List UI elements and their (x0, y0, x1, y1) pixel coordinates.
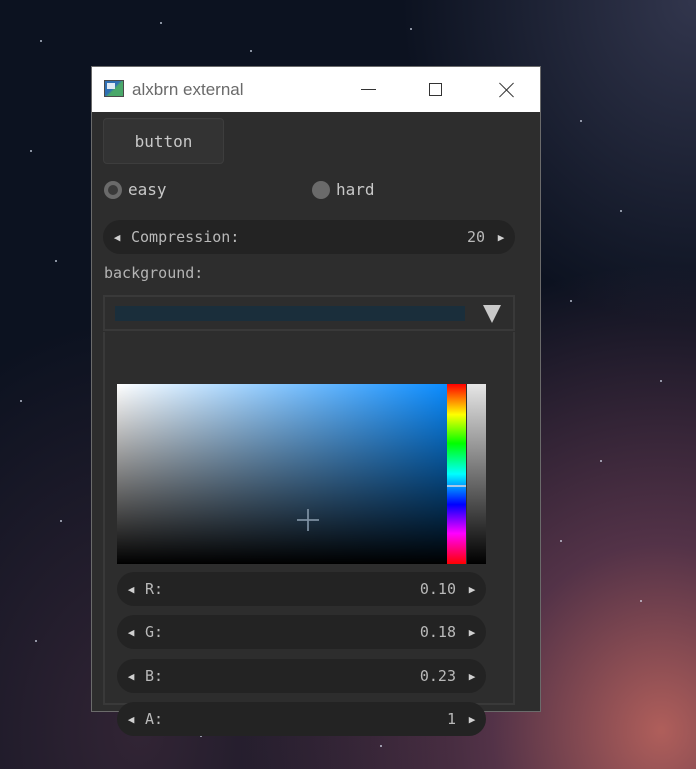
maximize-button[interactable] (405, 67, 465, 112)
compression-value[interactable]: 20 (467, 228, 485, 246)
window-content: button easy hard ◀ Compression: 20 ▶ bac… (92, 112, 540, 736)
channel-r-property[interactable]: ◀ R: 0.10 ▶ (117, 572, 486, 606)
compression-property[interactable]: ◀ Compression: 20 ▶ (103, 220, 515, 254)
color-combo-box[interactable] (103, 295, 515, 331)
crosshair-icon[interactable] (297, 509, 319, 531)
decrement-arrow-icon[interactable]: ◀ (117, 626, 145, 639)
star (600, 460, 602, 462)
channel-a-label: A: (145, 710, 164, 728)
dropdown-triangle-icon[interactable] (483, 305, 501, 323)
star (250, 50, 252, 52)
close-icon (499, 82, 515, 98)
saturation-value-picker[interactable] (117, 384, 447, 564)
channel-b-value[interactable]: 0.23 (420, 667, 456, 685)
radio-easy[interactable]: easy (104, 180, 167, 199)
channel-g-label: G: (145, 623, 164, 641)
increment-arrow-icon[interactable]: ▶ (458, 626, 486, 639)
app-window: alxbrn external button easy hard ◀ Compr… (91, 66, 541, 736)
maximize-icon (428, 83, 442, 96)
star (640, 600, 642, 602)
color-swatch (115, 306, 465, 321)
star (620, 210, 622, 212)
star (35, 640, 37, 642)
radio-hard[interactable]: hard (312, 180, 375, 199)
decrement-arrow-icon[interactable]: ◀ (117, 670, 145, 683)
main-button[interactable]: button (103, 118, 224, 164)
star (410, 28, 412, 30)
channel-b-label: B: (145, 667, 164, 685)
decrement-arrow-icon[interactable]: ◀ (117, 713, 145, 726)
hue-marker[interactable] (447, 485, 466, 487)
decrement-arrow-icon[interactable]: ◀ (117, 583, 145, 596)
star (160, 22, 162, 24)
minimize-button[interactable] (338, 67, 398, 112)
increment-arrow-icon[interactable]: ▶ (487, 231, 515, 244)
channel-a-property[interactable]: ◀ A: 1 ▶ (117, 702, 486, 736)
star (660, 380, 662, 382)
radio-easy-label: easy (128, 180, 167, 199)
channel-a-value[interactable]: 1 (447, 710, 456, 728)
increment-arrow-icon[interactable]: ▶ (458, 583, 486, 596)
star (55, 260, 57, 262)
increment-arrow-icon[interactable]: ▶ (458, 713, 486, 726)
radio-selected-icon (104, 180, 122, 199)
star (380, 745, 382, 747)
decrement-arrow-icon[interactable]: ◀ (103, 231, 131, 244)
compression-label: Compression: (131, 228, 240, 246)
minimize-icon (360, 89, 376, 90)
increment-arrow-icon[interactable]: ▶ (458, 670, 486, 683)
star (30, 150, 32, 152)
title-bar[interactable]: alxbrn external (92, 67, 540, 112)
channel-r-value[interactable]: 0.10 (420, 580, 456, 598)
channel-r-label: R: (145, 580, 164, 598)
radio-unselected-icon (312, 180, 330, 199)
close-button[interactable] (477, 67, 537, 112)
background-label: background: (104, 264, 204, 282)
channel-b-property[interactable]: ◀ B: 0.23 ▶ (117, 659, 486, 693)
star (580, 120, 582, 122)
star (560, 540, 562, 542)
alpha-slider[interactable] (467, 384, 486, 564)
star (40, 40, 42, 42)
app-icon (104, 80, 124, 97)
channel-g-property[interactable]: ◀ G: 0.18 ▶ (117, 615, 486, 649)
hue-slider[interactable] (447, 384, 466, 564)
star (60, 520, 62, 522)
channel-g-value[interactable]: 0.18 (420, 623, 456, 641)
star (20, 400, 22, 402)
star (570, 300, 572, 302)
radio-hard-label: hard (336, 180, 375, 199)
window-title: alxbrn external (132, 80, 244, 99)
